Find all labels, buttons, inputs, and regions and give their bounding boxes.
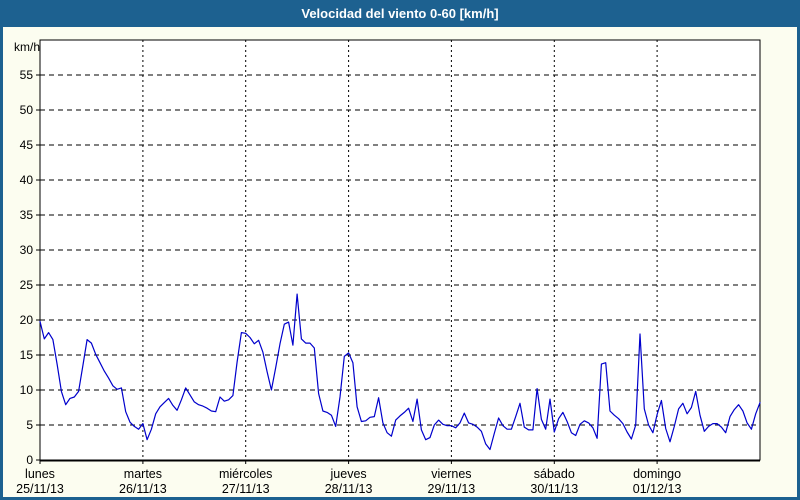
day-name: sábado bbox=[534, 467, 575, 481]
day-date: 30/11/13 bbox=[530, 482, 578, 496]
svg-text:5: 5 bbox=[26, 418, 33, 432]
unit-label: km/h bbox=[14, 40, 40, 54]
day-name: jueves bbox=[330, 467, 367, 481]
day-date: 28/11/13 bbox=[325, 482, 373, 496]
day-name: miércoles bbox=[219, 467, 273, 481]
chart-window: Velocidad del viento 0-60 [km/h] 0 5 10 15 2… bbox=[0, 0, 800, 500]
svg-text:50: 50 bbox=[20, 103, 34, 117]
svg-text:0: 0 bbox=[26, 453, 33, 467]
svg-text:55: 55 bbox=[20, 68, 34, 82]
y-tick-labels: 0 5 10 15 20 25 30 35 40 45 50 55 bbox=[20, 68, 34, 467]
wind-speed-chart: 0 5 10 15 20 25 30 35 40 45 50 55 lunes25/11/13 marte… bbox=[3, 27, 797, 497]
day-date: 25/11/13 bbox=[16, 482, 64, 496]
window-titlebar: Velocidad del viento 0-60 [km/h] bbox=[0, 0, 800, 27]
day-date: 26/11/13 bbox=[119, 482, 167, 496]
day-name: martes bbox=[124, 467, 162, 481]
day-name: domingo bbox=[633, 467, 681, 481]
svg-text:45: 45 bbox=[20, 138, 34, 152]
svg-text:30: 30 bbox=[20, 243, 34, 257]
chart-panel: 0 5 10 15 20 25 30 35 40 45 50 55 lunes25/11/13 marte… bbox=[3, 27, 797, 497]
svg-text:10: 10 bbox=[20, 383, 34, 397]
day-date: 27/11/13 bbox=[222, 482, 270, 496]
window-title: Velocidad del viento 0-60 [km/h] bbox=[301, 6, 498, 21]
day-name: viernes bbox=[431, 467, 471, 481]
day-name: lunes bbox=[25, 467, 55, 481]
svg-text:40: 40 bbox=[20, 173, 34, 187]
day-date: 01/12/13 bbox=[633, 482, 682, 496]
svg-text:20: 20 bbox=[20, 313, 34, 327]
x-tick-labels: lunes25/11/13 martes26/11/13 miércoles27/1… bbox=[16, 467, 681, 496]
svg-text:25: 25 bbox=[20, 278, 34, 292]
svg-text:15: 15 bbox=[20, 348, 34, 362]
svg-text:35: 35 bbox=[20, 208, 34, 222]
day-date: 29/11/13 bbox=[428, 482, 476, 496]
